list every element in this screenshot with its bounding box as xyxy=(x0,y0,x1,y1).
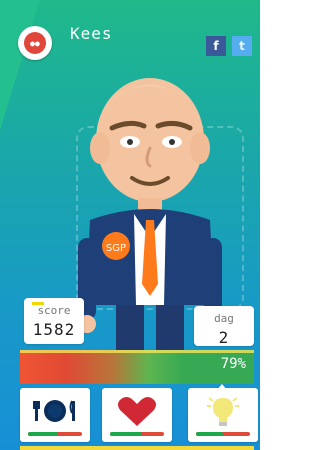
bottom-accent-strip xyxy=(20,446,254,450)
need-food-card[interactable] xyxy=(20,388,90,442)
robot-face-icon: ●● xyxy=(24,32,46,54)
love-meter-fill xyxy=(110,432,143,436)
need-idea-card[interactable] xyxy=(188,388,258,442)
party-badge-text: SGP xyxy=(106,243,126,254)
progress-percentage: 79% xyxy=(220,356,246,372)
food-meter xyxy=(28,432,82,436)
character-name: Kees xyxy=(70,24,113,43)
facebook-share-button[interactable]: f xyxy=(206,36,226,56)
lightbulb-icon xyxy=(188,394,258,428)
food-meter-fill xyxy=(28,432,58,436)
idea-meter xyxy=(196,432,250,436)
food-plate-icon xyxy=(20,394,90,428)
idea-meter-fill xyxy=(196,432,223,436)
header-background-shape xyxy=(0,0,40,130)
need-love-card[interactable] xyxy=(102,388,172,442)
day-label: dag xyxy=(214,312,234,325)
twitter-share-button[interactable]: t xyxy=(232,36,252,56)
score-label: score xyxy=(37,304,71,317)
score-card: score 1582 xyxy=(24,298,84,344)
support-progress-bar: 79% xyxy=(20,350,254,391)
day-card: dag 2 xyxy=(194,306,254,347)
heart-icon xyxy=(102,394,172,428)
game-screen: ●● Kees f t SGP score 1582 dag 2 79% xyxy=(0,0,260,450)
love-meter xyxy=(110,432,164,436)
progress-top-stripe xyxy=(20,350,254,353)
score-value: 1582 xyxy=(32,320,76,339)
party-logo[interactable]: ●● xyxy=(18,26,52,60)
day-value: 2 xyxy=(218,328,230,347)
